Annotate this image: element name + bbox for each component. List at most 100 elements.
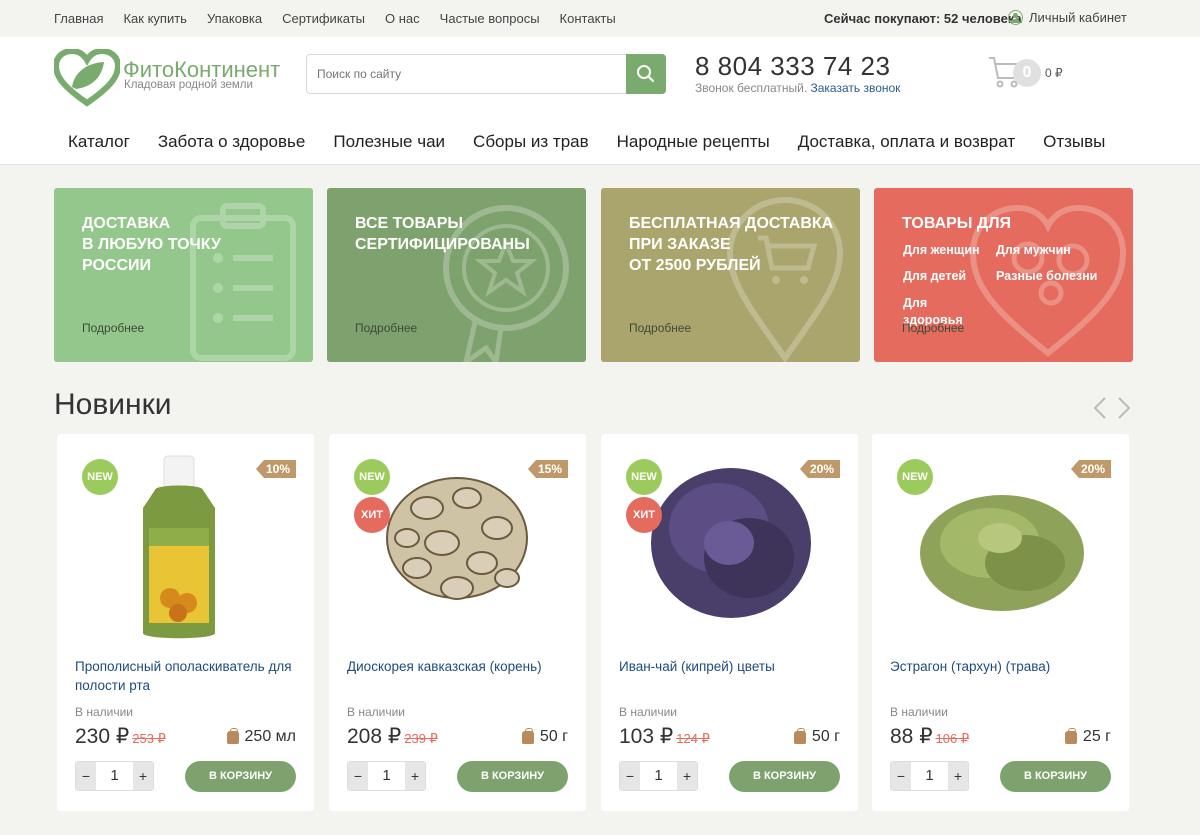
qty-increase-button[interactable]: + [133,762,153,790]
nav-health-care[interactable]: Забота о здоровье [158,132,306,152]
nav-folk-recipes[interactable]: Народные рецепты [617,132,770,152]
user-icon [1008,10,1023,25]
banner-more-link[interactable]: Подробнее [82,321,144,335]
qty-decrease-button[interactable]: − [348,762,368,790]
qty-increase-button[interactable]: + [405,762,425,790]
product-name-link[interactable]: Прополисный ополаскиватель для полости р… [75,657,295,695]
link-various-diseases[interactable]: Разные болезни [996,269,1097,283]
qty-increase-button[interactable]: + [948,762,968,790]
old-price: 239 ₽ [404,731,438,746]
site-header: ФитоКонтинент Кладовая родной земли 8 80… [0,37,1200,165]
topnav-how-to-buy[interactable]: Как купить [123,11,186,26]
qty-value[interactable]: 1 [96,762,133,790]
bag-icon [793,727,806,744]
cart-sum: 0 ₽ [1045,66,1063,80]
qty-decrease-button[interactable]: − [620,762,640,790]
callback-link[interactable]: Заказать звонок [811,81,901,95]
discount-badge: 20% [799,460,840,478]
link-for-women[interactable]: Для женщин [903,243,980,257]
product-weight: 50 г [521,727,568,746]
topnav-packaging[interactable]: Упаковка [207,11,262,26]
banner-delivery[interactable]: ДОСТАВКА В ЛЮБУЮ ТОЧКУ РОССИИ Подробнее [54,188,313,362]
discount-badge: 20% [1070,460,1111,478]
quantity-stepper: − 1 + [890,761,969,791]
product-price: 230 ₽253 ₽ [75,724,166,749]
banner-more-link[interactable]: Подробнее [902,321,964,335]
add-to-cart-button[interactable]: В КОРЗИНУ [457,761,568,792]
buying-now-counter: Сейчас покупают: 52 человека [824,11,1022,26]
add-to-cart-button[interactable]: В КОРЗИНУ [185,761,296,792]
section-title-new: Новинки [54,388,172,421]
chevron-right-icon[interactable] [1116,396,1132,420]
product-name-link[interactable]: Иван-чай (кипрей) цветы [619,657,839,676]
nav-useful-teas[interactable]: Полезные чаи [333,132,445,152]
phone-number: 8 804 333 74 23 [695,51,891,81]
old-price: 253 ₽ [132,731,166,746]
cart-count: 0 [1013,59,1041,87]
search-box [306,54,666,94]
brand-tagline: Кладовая родной земли [124,79,253,91]
nav-catalog[interactable]: Каталог [68,132,130,152]
qty-increase-button[interactable]: + [677,762,697,790]
search-icon [637,65,655,83]
banner-more-link[interactable]: Подробнее [629,321,691,335]
bag-icon [1064,727,1077,744]
qty-decrease-button[interactable]: − [891,762,911,790]
discount-badge: 15% [527,460,568,478]
qty-value[interactable]: 1 [911,762,948,790]
stock-status: В наличии [75,705,134,719]
current-price: 208 ₽ [347,725,402,748]
current-price: 103 ₽ [619,725,674,748]
carousel-arrows [1092,396,1132,420]
add-to-cart-button[interactable]: В КОРЗИНУ [729,761,840,792]
product-card: NEW 10% Прополисный ополаскиватель для п… [57,434,314,811]
banner-more-link[interactable]: Подробнее [355,321,417,335]
old-price: 106 ₽ [935,731,970,746]
nav-reviews[interactable]: Отзывы [1043,132,1105,152]
product-weight: 50 г [793,727,840,746]
bag-icon [521,727,534,744]
product-price: 103 ₽124 ₽ [619,724,710,749]
topnav-home[interactable]: Главная [54,11,103,26]
banner-title: ВСЕ ТОВАРЫ СЕРТИФИЦИРОВАНЫ [355,215,530,253]
product-name-link[interactable]: Диоскорея кавказская (корень) [347,657,567,676]
qty-value[interactable]: 1 [640,762,677,790]
search-input[interactable] [307,55,627,93]
nav-herbal-collections[interactable]: Сборы из трав [473,132,589,152]
badge-hit: ХИТ [354,497,390,533]
top-bar: Главная Как купить Упаковка Сертификаты … [0,0,1200,37]
link-for-children[interactable]: Для детей [903,269,966,283]
old-price: 124 ₽ [676,731,710,746]
badge-new: NEW [354,459,390,495]
topnav-contacts[interactable]: Контакты [560,11,616,26]
product-weight: 250 мл [226,727,296,746]
call-free-note: Звонок бесплатный. [695,81,808,95]
qty-decrease-button[interactable]: − [76,762,96,790]
badge-new: NEW [82,459,118,495]
call-note: Звонок бесплатный. Заказать звонок [695,81,900,95]
product-name-link[interactable]: Эстрагон (тархун) (трава) [890,657,1110,676]
search-button[interactable] [626,54,666,94]
quantity-stepper: − 1 + [75,761,154,791]
add-to-cart-button[interactable]: В КОРЗИНУ [1000,761,1111,792]
chevron-left-icon[interactable] [1092,396,1108,420]
account-link[interactable]: Личный кабинет [1008,10,1127,25]
nav-delivery[interactable]: Доставка, оплата и возврат [798,132,1015,152]
logo-heart-icon[interactable] [54,49,120,107]
bag-icon [226,727,239,744]
topnav-about[interactable]: О нас [385,11,420,26]
product-card: NEW 20% Эстрагон (тархун) (трава) В нали… [872,434,1129,811]
cart[interactable]: 0 0 ₽ [987,54,1067,94]
stock-status: В наличии [347,705,406,719]
banner-free-delivery[interactable]: БЕСПЛАТНАЯ ДОСТАВКА ПРИ ЗАКАЗЕ ОТ 2500 РУБ… [601,188,860,362]
qty-value[interactable]: 1 [368,762,405,790]
product-card: NEW ХИТ 20% Иван-чай (кипрей) цветы В на… [601,434,858,811]
product-price: 88 ₽106 ₽ [890,724,969,749]
topnav-faq[interactable]: Частые вопросы [440,11,540,26]
banner-certified[interactable]: ВСЕ ТОВАРЫ СЕРТИФИЦИРОВАНЫ Подробнее [327,188,586,362]
topnav-certificates[interactable]: Сертификаты [282,11,365,26]
banner-title: ТОВАРЫ ДЛЯ [902,215,1012,232]
product-weight: 25 г [1064,727,1111,746]
quantity-stepper: − 1 + [347,761,426,791]
link-for-men[interactable]: Для мужчин [996,243,1071,257]
